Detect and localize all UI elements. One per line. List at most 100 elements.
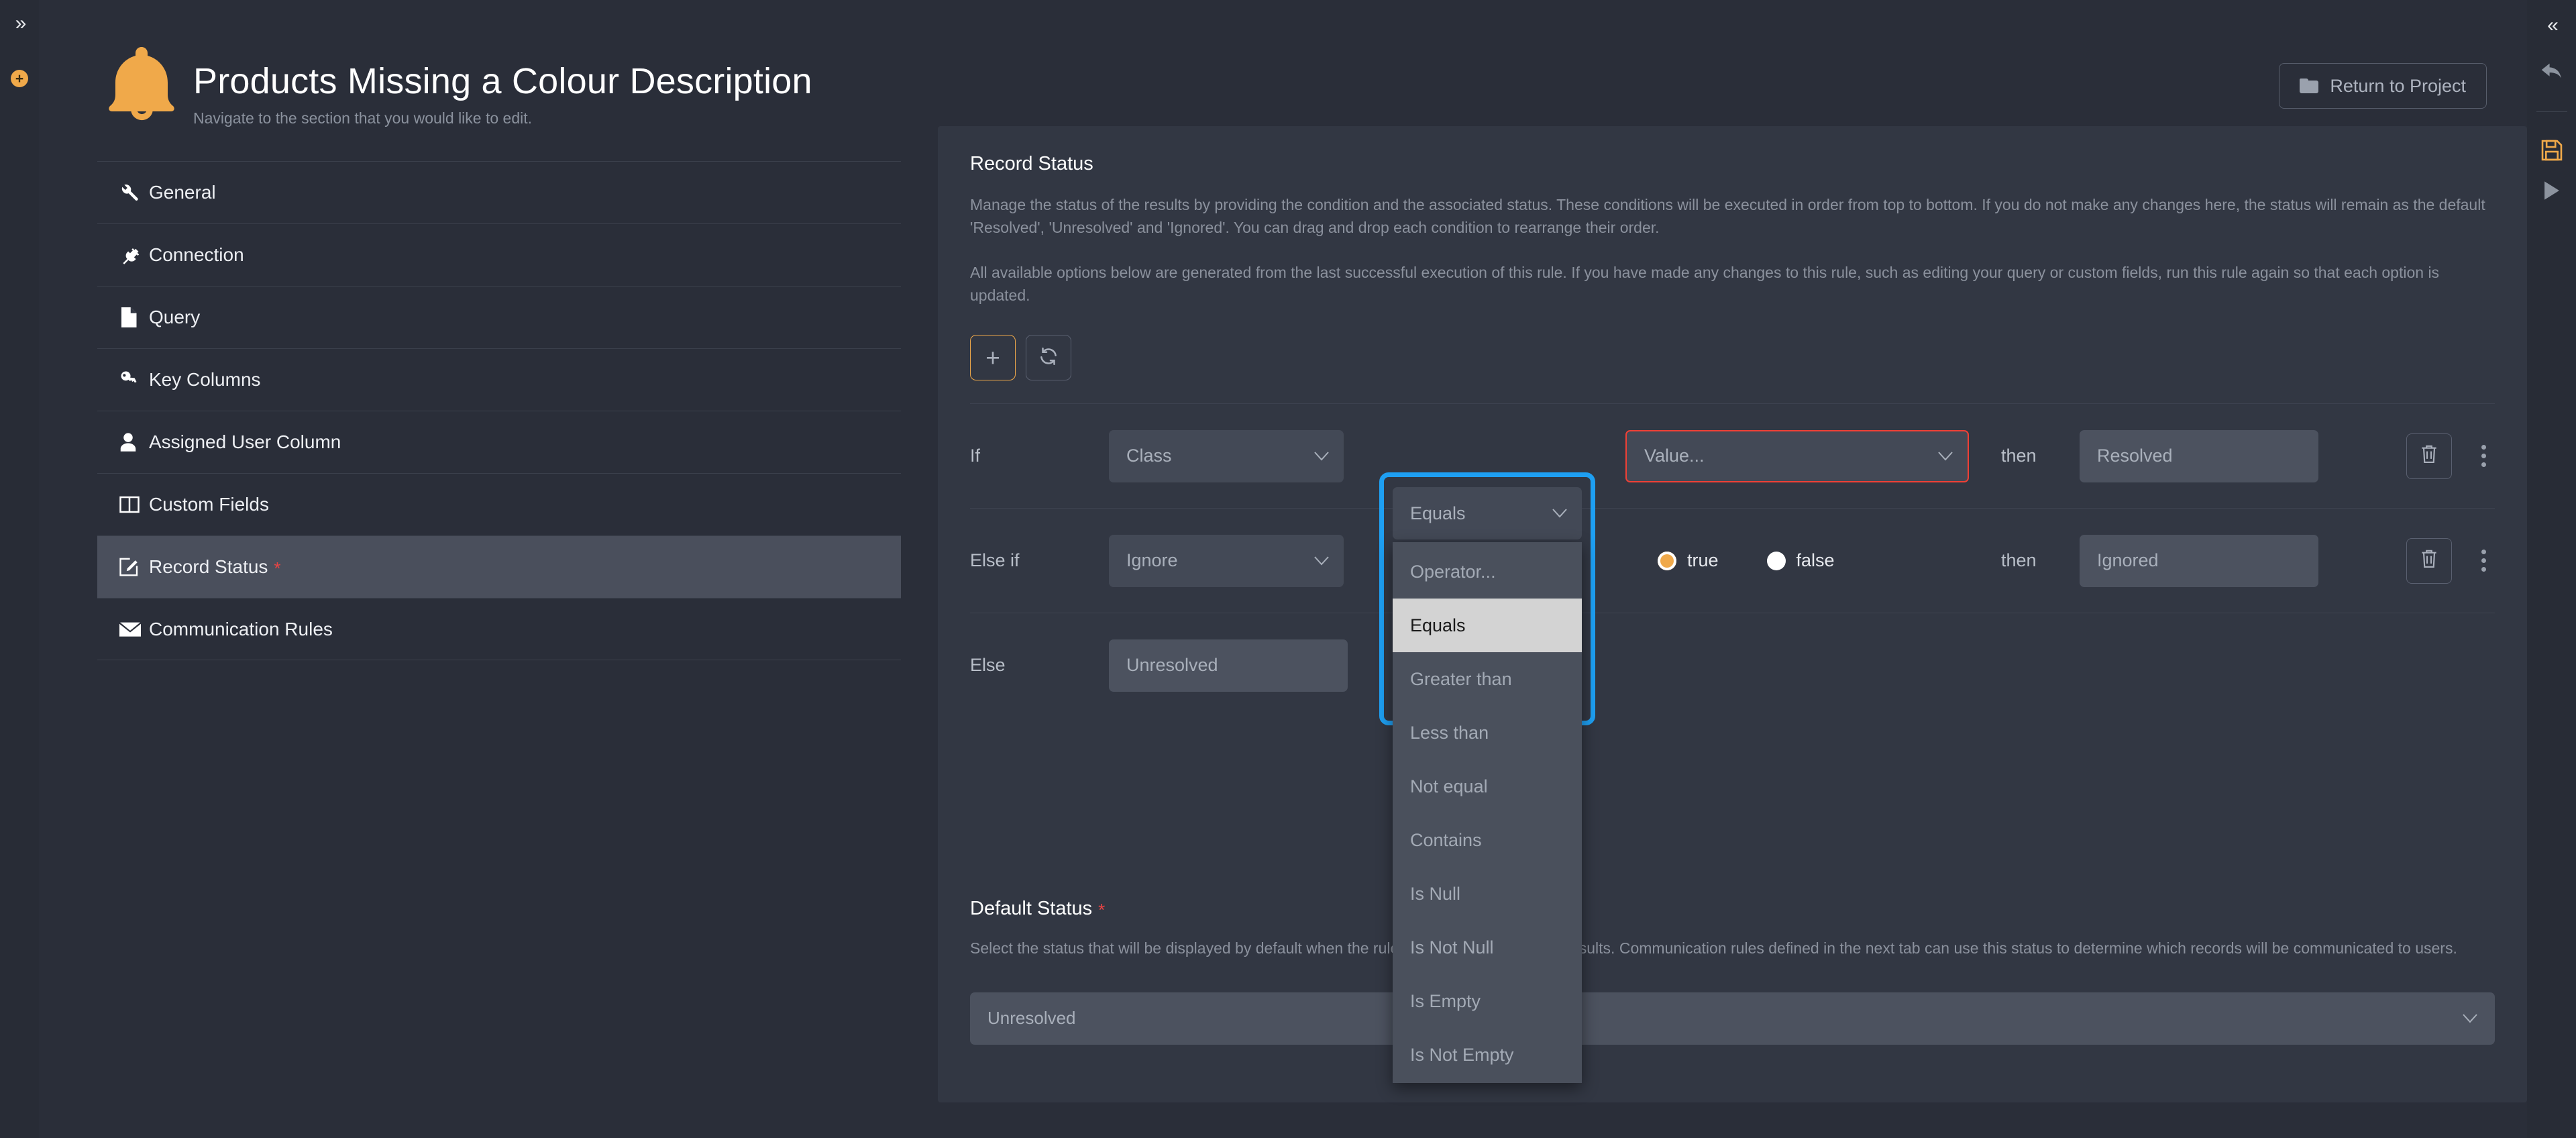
radio-selected-icon: [1658, 551, 1676, 570]
main-area: Products Missing a Colour Description Na…: [39, 0, 2576, 1138]
left-rail: » +: [0, 0, 39, 1138]
section-paragraph-1: Manage the status of the results by prov…: [970, 196, 2485, 236]
value-select[interactable]: Value...: [1625, 429, 1969, 482]
row-actions: [2406, 433, 2495, 479]
chevron-down-icon: [1552, 509, 1567, 518]
operator-option-contains[interactable]: Contains: [1393, 813, 1582, 867]
plug-icon: [119, 245, 149, 265]
chevron-down-icon: [1314, 556, 1329, 566]
sidebar-item-assigned-user-column[interactable]: Assigned User Column: [97, 411, 901, 473]
operator-option-equals[interactable]: Equals: [1393, 599, 1582, 652]
status-select-value: Resolved: [2097, 446, 2173, 466]
double-chevron-left-icon[interactable]: «: [2527, 11, 2576, 40]
plus-circle-icon[interactable]: +: [0, 67, 39, 90]
add-condition-button[interactable]: +: [970, 335, 1016, 381]
field-select[interactable]: Class: [1109, 429, 1344, 482]
columns-icon: [119, 496, 149, 513]
wrench-icon: [119, 183, 149, 203]
operator-option-greater-than[interactable]: Greater than: [1393, 652, 1582, 706]
required-marker: *: [274, 558, 281, 578]
rule-toolbar: +: [970, 335, 2495, 381]
folder-icon: [2300, 79, 2319, 93]
value-select-placeholder: Value...: [1644, 446, 1705, 466]
default-status-title: Default Status *: [970, 898, 2495, 920]
right-toolbar: «: [2527, 0, 2576, 1138]
row-menu-button[interactable]: [2472, 538, 2495, 584]
sidebar-item-label: Connection: [149, 244, 244, 265]
operator-option-is-null[interactable]: Is Null: [1393, 867, 1582, 921]
section-nav: General Connection Query Key Columns Ass…: [97, 161, 901, 660]
sidebar-item-record-status[interactable]: Record Status *: [97, 535, 901, 598]
double-chevron-right-icon[interactable]: »: [0, 12, 39, 35]
refresh-icon: [1038, 346, 1059, 370]
boolean-radio-group: true false: [1625, 550, 1969, 571]
radio-label: true: [1687, 550, 1719, 571]
radio-option-true[interactable]: true: [1658, 550, 1719, 571]
condition-row-else-if: Else if Ignore true false then Ignored: [970, 508, 2495, 613]
refresh-options-button[interactable]: [1026, 335, 1071, 381]
record-status-panel: Record Status Manage the status of the r…: [938, 126, 2527, 1102]
default-status-select[interactable]: Unresolved: [970, 992, 2495, 1045]
delete-condition-button[interactable]: [2406, 537, 2452, 584]
undo-arrow-icon[interactable]: [2527, 54, 2576, 91]
user-icon: [119, 432, 149, 452]
default-status-title-text: Default Status: [970, 898, 1093, 919]
trash-icon: [2420, 444, 2438, 468]
operator-option-list: Operator... Equals Greater than Less tha…: [1393, 542, 1582, 1083]
status-select-value: Ignored: [2097, 550, 2159, 571]
sidebar-item-general[interactable]: General: [97, 161, 901, 223]
plus-icon: +: [985, 344, 1000, 372]
trash-icon: [2420, 549, 2438, 572]
key-icon: [119, 370, 149, 390]
condition-row-else: Else Unresolved: [970, 613, 2495, 717]
save-floppy-icon[interactable]: [2527, 132, 2576, 169]
radio-unselected-icon: [1766, 551, 1786, 570]
play-icon[interactable]: [2527, 172, 2576, 209]
else-status-value: Unresolved: [1126, 655, 1218, 676]
delete-condition-button[interactable]: [2406, 433, 2452, 479]
field-select[interactable]: Ignore: [1109, 534, 1344, 587]
operator-select[interactable]: Equals: [1393, 487, 1582, 539]
else-status-select[interactable]: Unresolved: [1109, 639, 1348, 692]
operator-select-value: Equals: [1410, 503, 1466, 523]
sidebar-item-custom-fields[interactable]: Custom Fields: [97, 473, 901, 535]
return-to-project-button[interactable]: Return to Project: [2279, 63, 2487, 109]
operator-option-not-equal[interactable]: Not equal: [1393, 760, 1582, 813]
condition-keyword: Else: [970, 655, 1006, 676]
default-status-section: Default Status * Select the status that w…: [970, 898, 2495, 1045]
operator-option-is-not-empty[interactable]: Is Not Empty: [1393, 1028, 1582, 1082]
bell-icon: [105, 42, 178, 121]
field-select-value: Ignore: [1126, 550, 1178, 571]
chevron-down-icon: [1938, 452, 1953, 461]
section-title: Record Status: [970, 153, 1093, 174]
status-select[interactable]: Ignored: [2080, 534, 2318, 587]
sidebar-item-communication-rules[interactable]: Communication Rules: [97, 598, 901, 660]
sidebar-item-label: Record Status: [149, 556, 268, 577]
chevron-down-icon: [2463, 1013, 2477, 1023]
radio-label: false: [1796, 550, 1835, 571]
condition-keyword: If: [970, 446, 981, 466]
operator-option-is-empty[interactable]: Is Empty: [1393, 974, 1582, 1028]
default-status-value: Unresolved: [987, 1008, 1076, 1029]
field-select-value: Class: [1126, 446, 1172, 466]
sidebar-item-query[interactable]: Query: [97, 286, 901, 348]
condition-keyword: Else if: [970, 550, 1020, 571]
operator-option-placeholder[interactable]: Operator...: [1393, 545, 1582, 599]
condition-row-if: If Class Value... then Resolved: [970, 403, 2495, 508]
row-menu-button[interactable]: [2472, 433, 2495, 479]
default-status-description: Select the status that will be displayed…: [970, 939, 2457, 957]
kebab-menu-icon: [2481, 550, 2486, 555]
title-block: Products Missing a Colour Description Na…: [193, 62, 812, 127]
then-keyword: then: [2001, 550, 2037, 571]
sidebar-item-label: General: [149, 182, 216, 203]
operator-option-less-than[interactable]: Less than: [1393, 706, 1582, 760]
file-icon: [119, 307, 149, 327]
status-select[interactable]: Resolved: [2080, 429, 2318, 482]
toolbar-divider: [2536, 111, 2567, 112]
then-keyword: then: [2001, 446, 2037, 466]
operator-option-is-not-null[interactable]: Is Not Null: [1393, 921, 1582, 974]
radio-option-false[interactable]: false: [1766, 550, 1835, 571]
section-paragraph-2: All available options below are generate…: [970, 264, 2440, 304]
sidebar-item-connection[interactable]: Connection: [97, 223, 901, 286]
sidebar-item-key-columns[interactable]: Key Columns: [97, 348, 901, 411]
